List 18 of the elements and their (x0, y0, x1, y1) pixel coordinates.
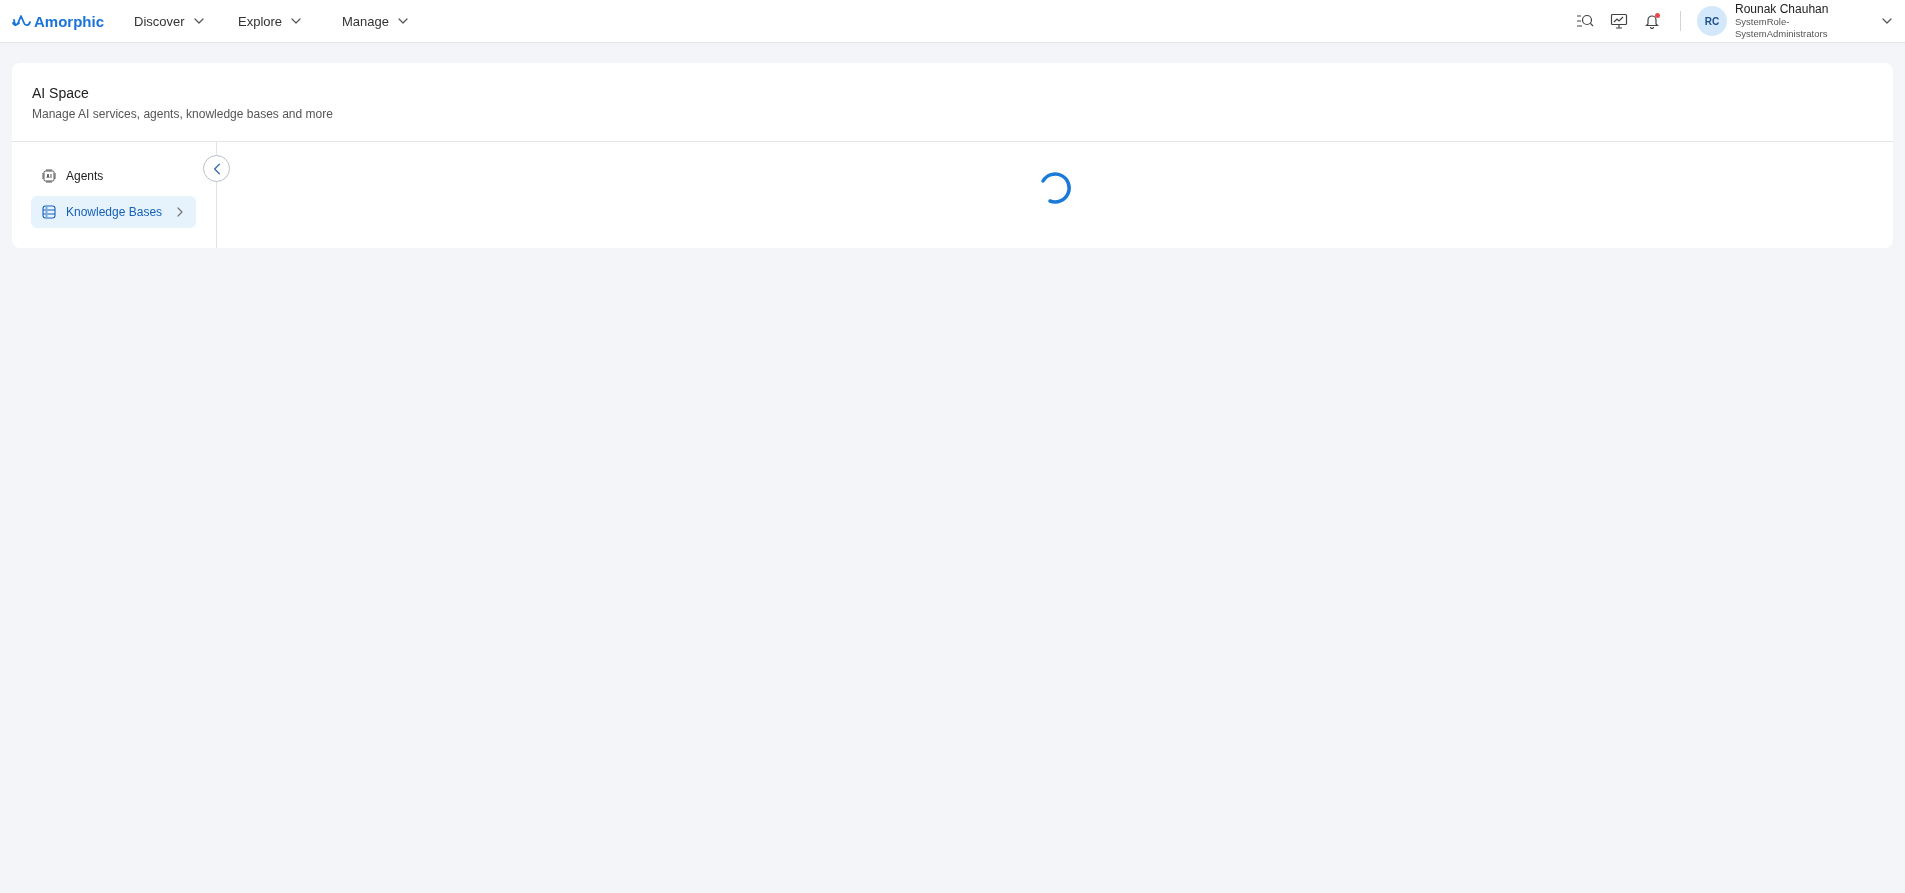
chip-icon (41, 168, 57, 184)
search-list-icon[interactable] (1576, 13, 1594, 29)
user-name: Rounak Chauhan (1735, 2, 1830, 16)
user-role: SystemRole-SystemAdministrators (1735, 16, 1829, 40)
nav-menu[interactable]: Discover (134, 9, 210, 33)
monitor-chart-icon[interactable] (1610, 13, 1628, 29)
bell-icon[interactable] (1644, 13, 1660, 29)
sidebar-item[interactable]: Knowledge Bases (31, 196, 196, 228)
page-subtitle: Manage AI services, agents, knowledge bases and more (32, 107, 334, 121)
nav-menu[interactable]: Manage (342, 9, 418, 33)
database-icon (41, 204, 57, 220)
collapse-sidebar-button[interactable] (203, 155, 230, 182)
nav-menu[interactable]: Explore (238, 9, 314, 33)
sidebar-item[interactable]: Agents (31, 160, 196, 192)
brand-name[interactable]: Amorphic (34, 12, 104, 30)
user-avatar[interactable]: RC (1697, 6, 1727, 36)
logo-icon (12, 14, 32, 28)
page-title: AI Space (32, 85, 90, 101)
